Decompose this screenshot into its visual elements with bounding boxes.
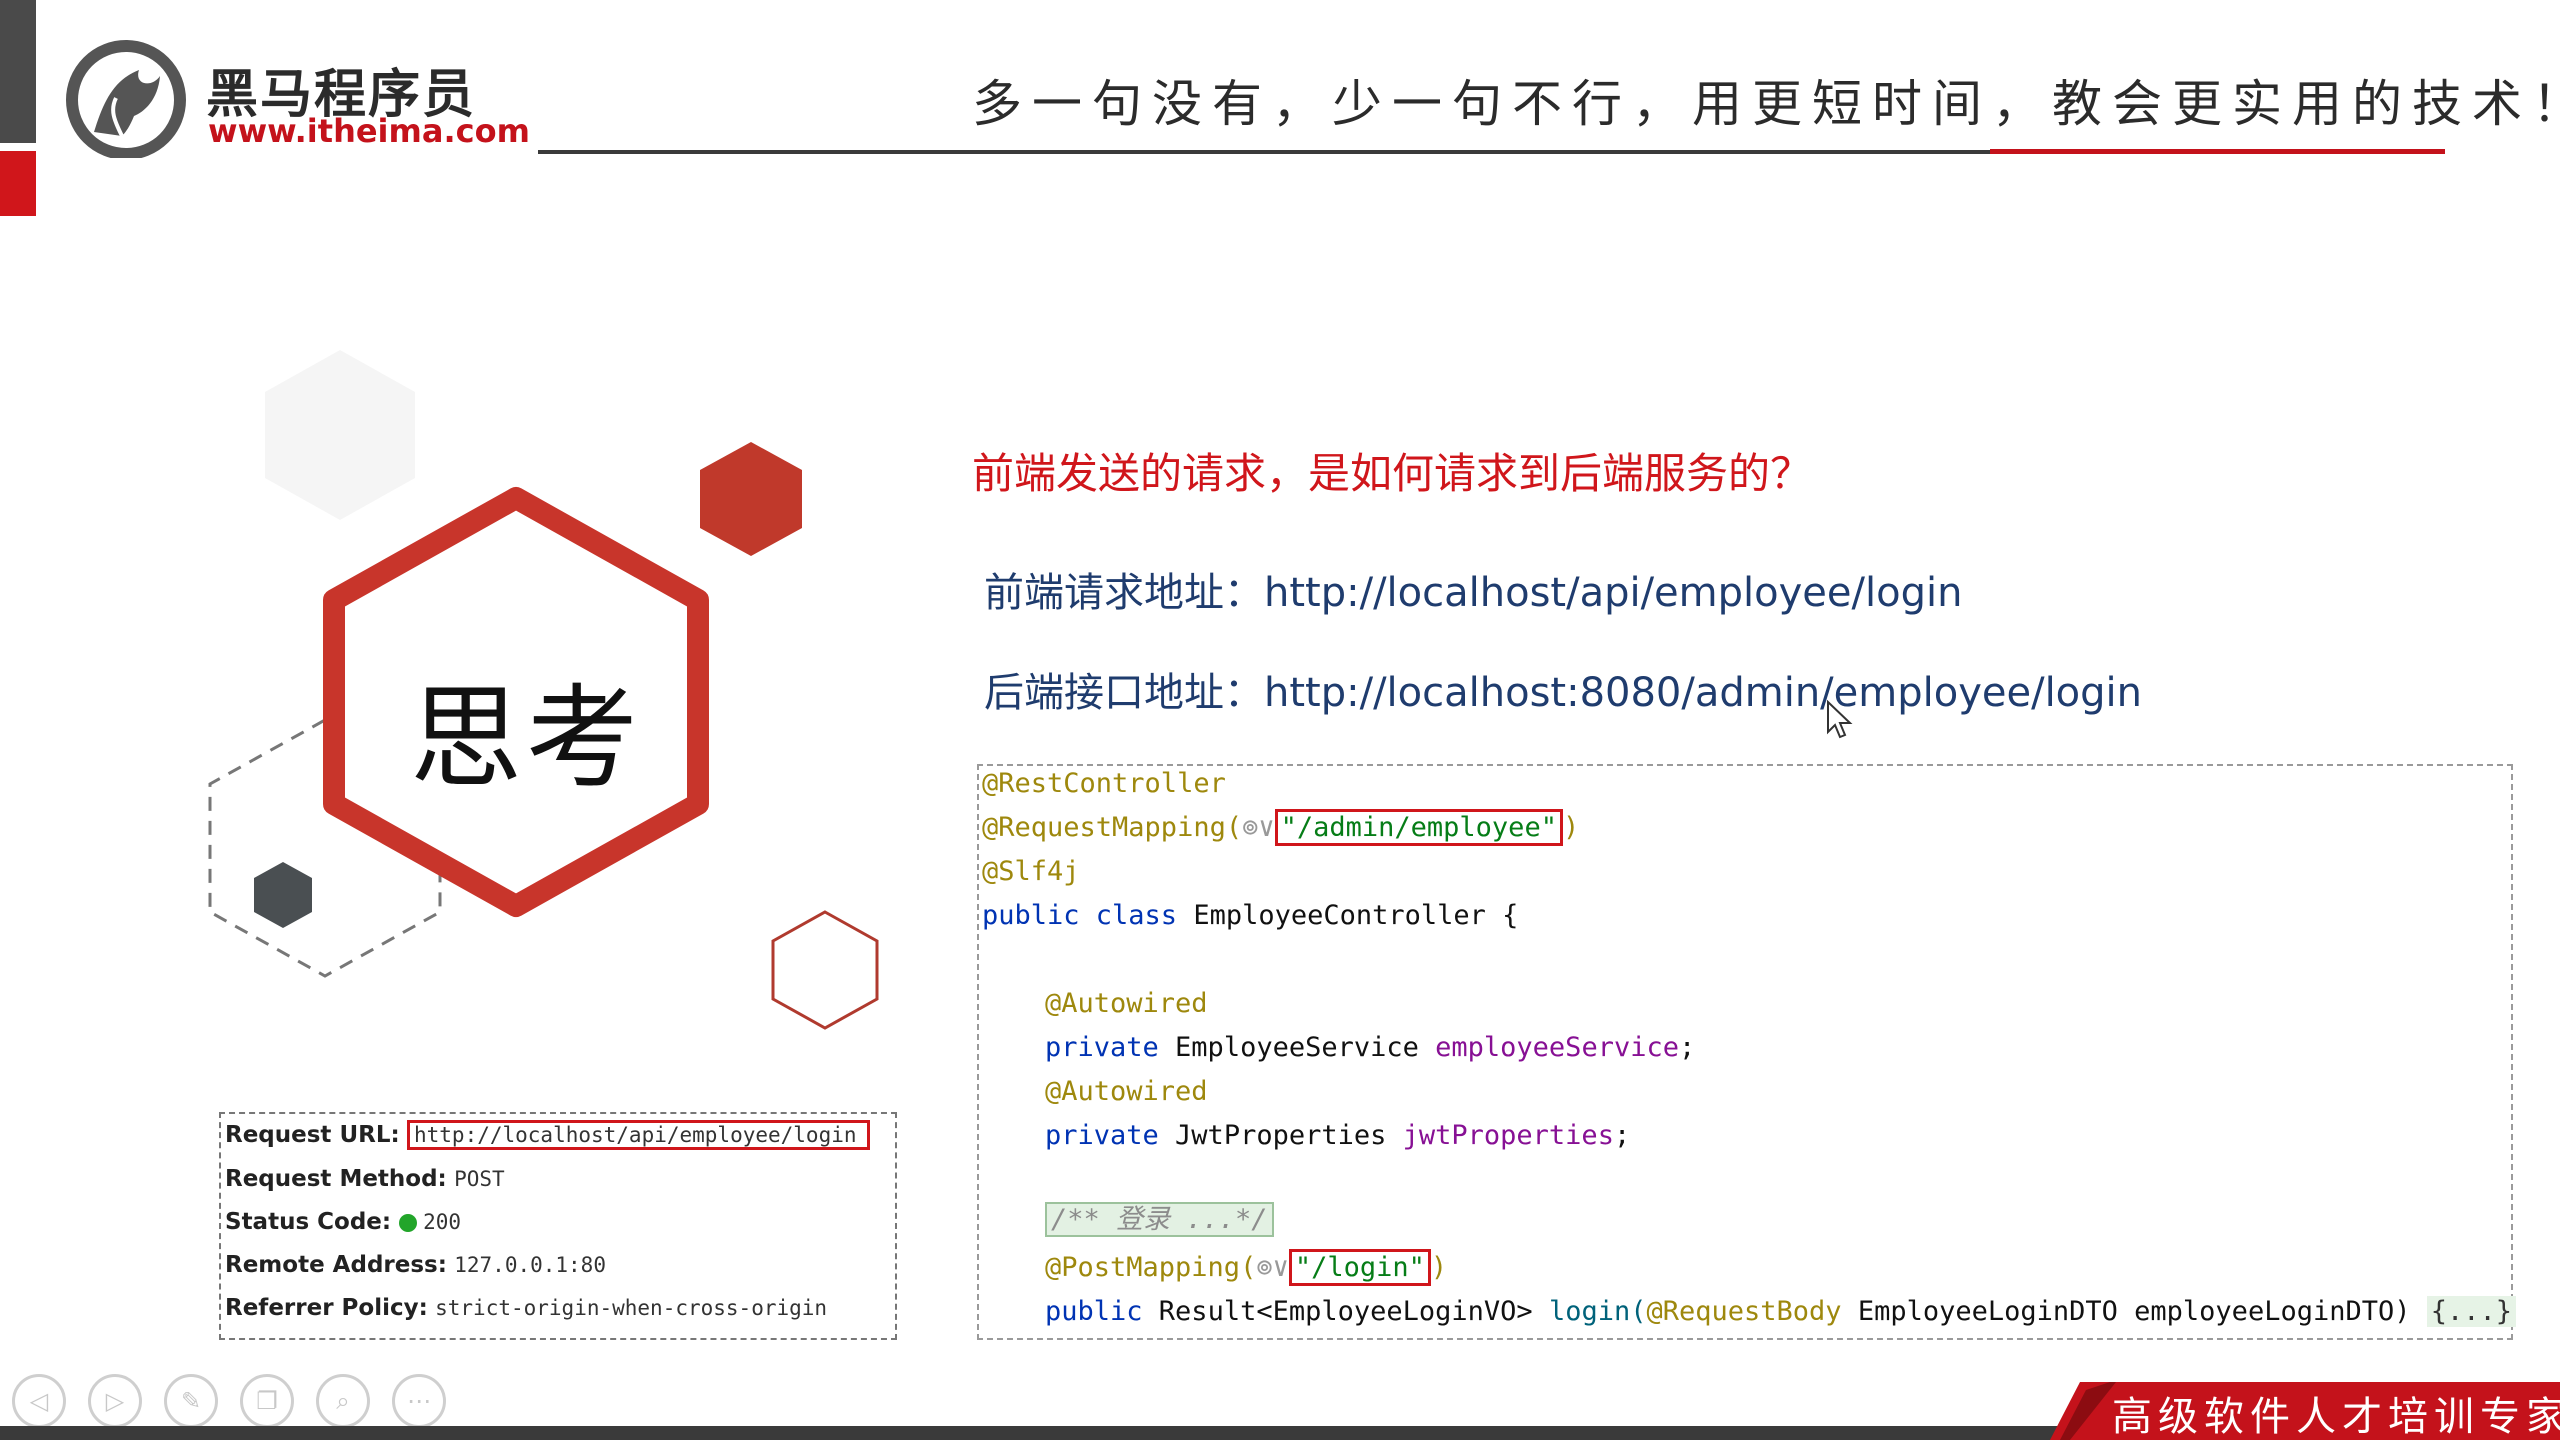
left-accent-bar-red [0, 151, 36, 216]
frontend-address-label: 前端请求地址： [984, 570, 1264, 616]
code-type: EmployeeService [1175, 1032, 1436, 1063]
outline-hexagon [771, 910, 879, 1030]
code-keyword: public [1045, 1296, 1159, 1327]
referrer-policy-value: strict-origin-when-cross-origin [435, 1296, 828, 1320]
question-heading: 前端发送的请求，是如何请求到后端服务的？ [972, 449, 1813, 498]
code-line-7: @Autowired [1045, 1076, 1208, 1107]
frontend-address-value: http://localhost/api/employee/login [1264, 570, 1963, 616]
remote-address-label: Remote Address: [225, 1252, 447, 1278]
code-keyword: private [1045, 1032, 1176, 1063]
code-paren: ) [1430, 1252, 1448, 1283]
backend-address-label: 后端接口地址： [984, 670, 1264, 716]
code-line-9: /** 登录 ...*/ [1045, 1202, 1274, 1238]
code-line-2: @RequestMapping(⊚∨ "/admin/employee") [982, 809, 1580, 846]
red-solid-hexagon [700, 442, 802, 556]
code-semicolon: ; [1613, 1120, 1631, 1151]
code-field: jwtProperties [1402, 1120, 1614, 1151]
code-field: employeeService [1435, 1032, 1679, 1063]
code-method: login( [1548, 1296, 1647, 1327]
code-keyword: private [1045, 1120, 1176, 1151]
previous-icon[interactable]: ◁ [12, 1374, 66, 1428]
think-label: 思考 [410, 674, 642, 804]
code-type: JwtProperties [1175, 1120, 1403, 1151]
dark-solid-hexagon [254, 862, 312, 928]
mapping-icon: ⊚∨ [1256, 1252, 1289, 1283]
code-line-11: public Result<EmployeeLoginVO> login(@Re… [1045, 1294, 2517, 1330]
code-params: EmployeeLoginDTO employeeLoginDTO) [1857, 1296, 2427, 1327]
referrer-policy-row: Referrer Policy: strict-origin-when-cros… [225, 1295, 827, 1321]
bottom-banner-text: 高级软件人才培训专家 [2112, 1394, 2560, 1440]
backend-address-value: http://localhost:8080/admin/employee/log… [1264, 670, 2143, 716]
header-divider-accent [1990, 149, 2445, 154]
code-line-5: @Autowired [1045, 988, 1208, 1019]
faint-hexagon [265, 350, 415, 520]
admin-employee-path: "/admin/employee" [1274, 809, 1563, 846]
referrer-policy-label: Referrer Policy: [225, 1295, 428, 1321]
request-method-value: POST [454, 1167, 505, 1191]
code-line-3: @Slf4j [982, 856, 1080, 887]
code-keyword: public class [982, 900, 1194, 931]
brand-url: www.itheima.com [208, 112, 530, 150]
pen-icon[interactable]: ✎ [164, 1374, 218, 1428]
remote-address-value: 127.0.0.1:80 [454, 1253, 606, 1277]
code-paren: ) [1562, 812, 1580, 843]
code-snippet: @RestController @RequestMapping(⊚∨ "/admi… [977, 764, 2517, 1340]
code-annotation: @RequestBody [1646, 1296, 1858, 1327]
copy-icon[interactable]: ❐ [240, 1374, 294, 1428]
frontend-address: 前端请求地址：http://localhost/api/employee/log… [984, 560, 1962, 618]
request-url-row: Request URL: http://localhost/api/employ… [225, 1120, 870, 1150]
play-icon[interactable]: ▷ [88, 1374, 142, 1428]
request-method-row: Request Method: POST [225, 1166, 505, 1192]
backend-address: 后端接口地址：http://localhost:8080/admin/emplo… [984, 660, 2142, 718]
more-icon[interactable]: ⋯ [392, 1374, 446, 1428]
code-request-mapping: @RequestMapping( [982, 812, 1243, 843]
code-line-10: @PostMapping(⊚∨ "/login") [1045, 1249, 1448, 1286]
mapping-icon: ⊚∨ [1242, 812, 1275, 843]
status-code-value: 200 [423, 1210, 462, 1234]
slogan: 多一句没有，少一句不行，用更短时间，教会更实用的技术！ [972, 75, 2560, 133]
code-line-1: @RestController [982, 768, 1226, 799]
request-info-panel: Request URL: http://localhost/api/employ… [219, 1112, 897, 1340]
code-class-name: EmployeeController { [1193, 900, 1519, 931]
request-url-value: http://localhost/api/employee/login [407, 1120, 870, 1150]
collapsed-method-body[interactable]: {...} [2426, 1296, 2517, 1327]
remote-address-row: Remote Address: 127.0.0.1:80 [225, 1252, 606, 1278]
code-line-8: private JwtProperties jwtProperties; [1045, 1118, 1630, 1154]
status-ok-icon [399, 1213, 418, 1232]
left-accent-bar-dark [0, 0, 36, 143]
code-semicolon: ; [1678, 1032, 1696, 1063]
login-path: "/login" [1288, 1249, 1431, 1286]
code-post-mapping: @PostMapping( [1045, 1252, 1257, 1283]
horse-logo-icon [66, 40, 186, 158]
collapsed-doc-comment[interactable]: /** 登录 ...*/ [1045, 1202, 1274, 1237]
request-url-label: Request URL: [225, 1122, 400, 1148]
code-type: Result<EmployeeLoginVO> [1158, 1296, 1549, 1327]
status-code-row: Status Code: 200 [225, 1209, 461, 1235]
mouse-cursor-icon [1827, 700, 1853, 739]
code-line-6: private EmployeeService employeeService; [1045, 1030, 1695, 1066]
zoom-icon[interactable]: ⌕ [316, 1374, 370, 1428]
request-method-label: Request Method: [225, 1166, 447, 1192]
code-line-4: public class EmployeeController { [982, 898, 1518, 934]
status-code-label: Status Code: [225, 1209, 392, 1235]
